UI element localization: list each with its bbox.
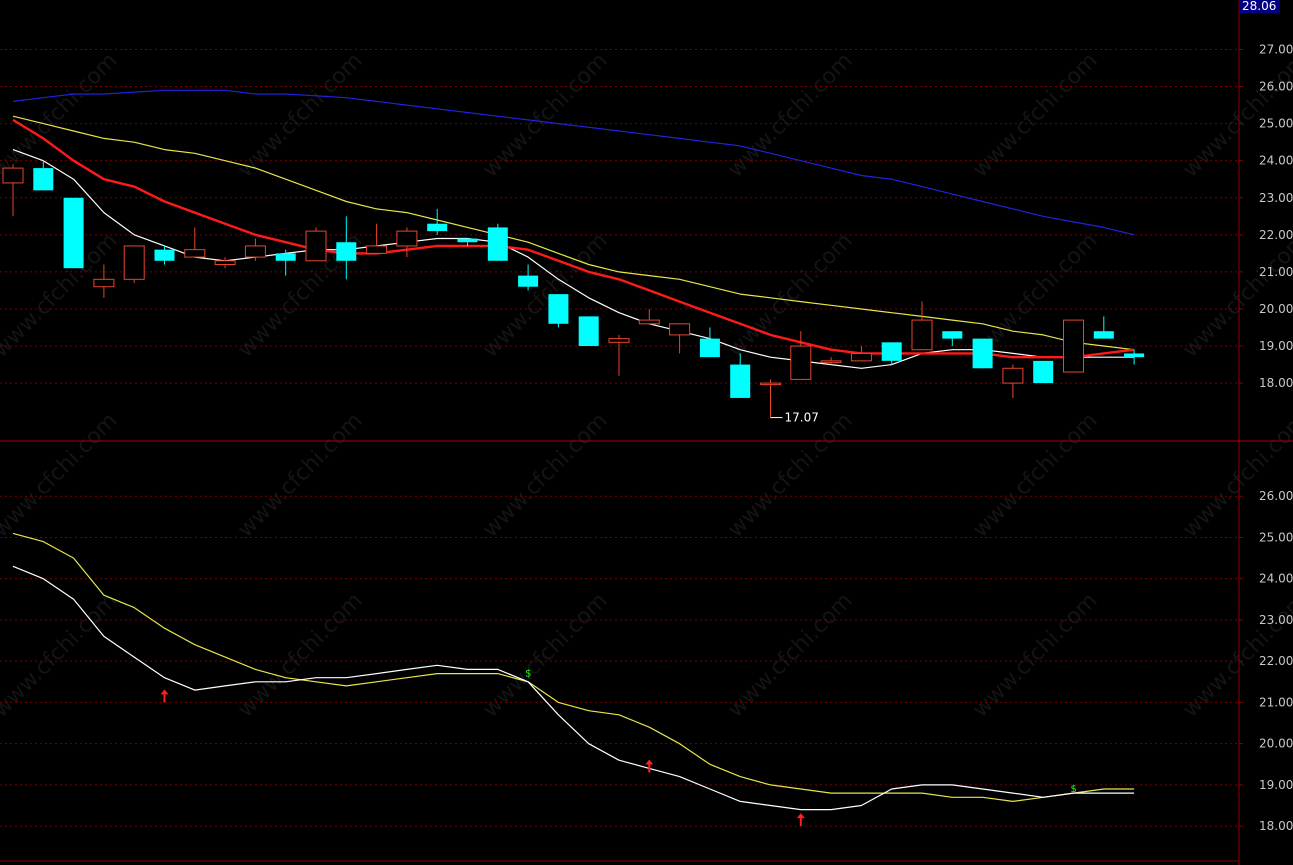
candle[interactable] xyxy=(548,294,569,328)
price-tick-label: 24.00 xyxy=(1259,154,1293,168)
candle-body-up xyxy=(760,382,781,386)
candle-body-down xyxy=(275,253,296,261)
indicator-tick-label: 20.00 xyxy=(1259,737,1293,751)
candle-body-down xyxy=(699,338,720,358)
candle-body-up xyxy=(244,245,266,258)
candle-body-down xyxy=(1033,360,1054,384)
candle-body-down xyxy=(63,197,84,269)
stock-chart[interactable]: www.cfchi.comwww.cfchi.comwww.cfchi.comw… xyxy=(0,0,1293,865)
candle-body-up xyxy=(123,245,145,280)
candle-body-up xyxy=(638,319,660,325)
indicator-tick-label: 25.00 xyxy=(1259,530,1293,544)
candle-body-up xyxy=(214,260,236,265)
candle-body-up xyxy=(790,345,812,380)
cross-signal-icon: $ xyxy=(1071,784,1077,795)
candle-body-up xyxy=(93,278,115,288)
candle-body-down xyxy=(33,168,54,191)
indicator-tick-label: 21.00 xyxy=(1259,695,1293,709)
price-tick-label: 19.00 xyxy=(1259,339,1293,353)
candle-body-down xyxy=(548,294,569,324)
candle[interactable] xyxy=(63,197,84,269)
candle-body-down xyxy=(578,316,599,347)
candle[interactable] xyxy=(487,223,508,261)
candle[interactable] xyxy=(972,338,993,369)
candle-body-down xyxy=(457,238,478,243)
candle-body-down xyxy=(730,364,751,398)
price-tick-label: 20.00 xyxy=(1259,302,1293,316)
candle-body-up xyxy=(1063,319,1084,373)
price-tick-label: 27.00 xyxy=(1259,42,1293,56)
indicator-tick-label: 18.00 xyxy=(1259,819,1293,833)
price-tick-label: 23.00 xyxy=(1259,191,1293,205)
candle-body-up xyxy=(366,245,388,254)
candle-body-up xyxy=(184,249,206,258)
candle-body-down xyxy=(881,342,902,361)
candle-body-down xyxy=(972,338,993,369)
candle-body-down xyxy=(1093,331,1114,339)
candle-body-up xyxy=(669,323,691,336)
candle-body-up xyxy=(911,319,933,351)
price-tick-label: 18.00 xyxy=(1259,376,1293,390)
price-tick-label: 22.00 xyxy=(1259,228,1293,242)
indicator-tick-label: 26.00 xyxy=(1259,489,1293,503)
price-tick-label: 21.00 xyxy=(1259,265,1293,279)
candle-body-down xyxy=(487,227,508,261)
candle[interactable] xyxy=(305,227,327,262)
candle-body-down xyxy=(427,223,448,232)
price-tick-label: 25.00 xyxy=(1259,117,1293,131)
candle-body-down xyxy=(154,249,175,261)
candle[interactable] xyxy=(123,245,145,284)
candle-body-down xyxy=(518,275,539,287)
candle[interactable] xyxy=(1033,360,1054,384)
candle-body-up xyxy=(1002,367,1024,384)
indicator-tick-label: 22.00 xyxy=(1259,654,1293,668)
last-price-label: 28.06 xyxy=(1242,0,1276,13)
candle-body-down xyxy=(336,242,357,261)
candle-body-up xyxy=(850,352,872,362)
candle-body-down xyxy=(942,331,963,339)
candle[interactable] xyxy=(578,316,599,347)
candle-body-up xyxy=(820,360,842,363)
price-tick-label: 26.00 xyxy=(1259,80,1293,94)
candle-body-up xyxy=(608,338,630,343)
low-price-label: 17.07 xyxy=(785,411,819,425)
indicator-tick-label: 24.00 xyxy=(1259,572,1293,586)
candle-body-up xyxy=(2,167,24,184)
cross-signal-icon: $ xyxy=(525,669,531,680)
chart-background xyxy=(0,0,1293,865)
candle-body-up xyxy=(396,230,418,247)
candle-body-up xyxy=(305,230,327,262)
candle[interactable] xyxy=(1063,319,1084,373)
indicator-tick-label: 23.00 xyxy=(1259,613,1293,627)
indicator-tick-label: 19.00 xyxy=(1259,778,1293,792)
candle-body-down xyxy=(1124,353,1145,358)
